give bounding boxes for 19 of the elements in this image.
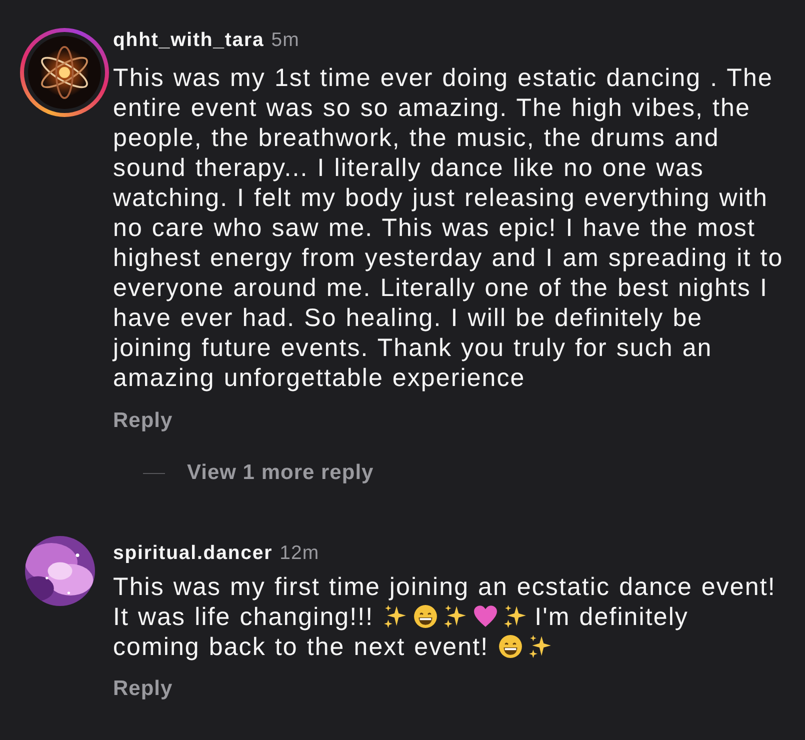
timestamp: 12m bbox=[280, 542, 320, 564]
grinning-face-icon bbox=[498, 634, 523, 659]
comment-text: It was life changing!!! bbox=[113, 602, 374, 632]
comment-text: coming back to the next event! bbox=[113, 632, 489, 662]
reply-link[interactable]: Reply bbox=[113, 409, 173, 433]
comment-text: This was my 1st time ever doing estatic dancing . The entire event was so so amazing. The high vibes, the people, the breathwork, the music, the drums and sound therapy... I literally dance like no one was watching. I felt my body just releasing everything with no care who saw me. This was epic! I have the most highest energy from yesterday and I am spreading it to everyone around me. Literally one of the best nights I have ever had. So healing. I will be definitely be joining future events. Thank you truly for such an amazing unforgettable experience bbox=[113, 64, 784, 392]
sparkles-icon bbox=[528, 634, 553, 659]
view-replies-link[interactable]: View 1 more reply bbox=[187, 461, 374, 485]
grinning-face-icon bbox=[412, 604, 438, 629]
comment-text: This was my first time joining an ecstatic dance event! bbox=[113, 572, 776, 602]
sparkles-icon bbox=[382, 604, 408, 629]
heart-icon bbox=[472, 604, 498, 629]
username[interactable]: spiritual.dancer bbox=[113, 542, 273, 564]
comment-text: I'm definitely bbox=[534, 602, 688, 632]
username[interactable]: qhht_with_tara bbox=[113, 29, 264, 51]
sparkles-icon bbox=[502, 604, 528, 629]
sparkles-icon bbox=[442, 604, 468, 629]
reply-link[interactable]: Reply bbox=[113, 677, 173, 701]
timestamp: 5m bbox=[271, 29, 300, 51]
